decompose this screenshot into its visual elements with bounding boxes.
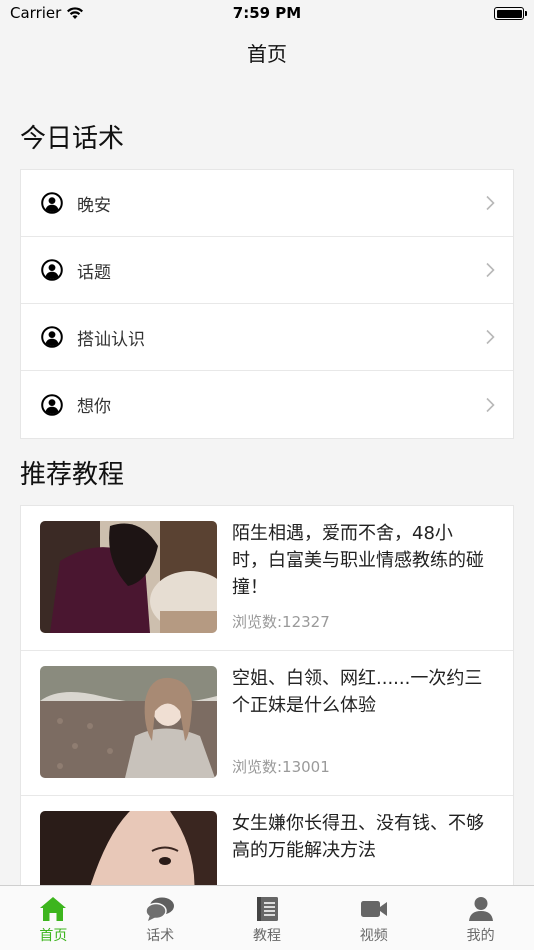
today-talk-list: 晚安 话题 搭讪认识 想你 [20, 169, 514, 439]
tutorial-item[interactable]: 女生嫌你长得丑、没有钱、不够高的万能解决方法 [21, 796, 513, 885]
book-icon [256, 897, 278, 921]
tutorial-list: 陌生相遇，爱而不舍，48小时，白富美与职业情感教练的碰撞！ 浏览数:12327 … [20, 505, 514, 886]
tutorial-thumbnail [40, 666, 217, 778]
chat-bubbles-icon [145, 897, 175, 921]
tab-label: 视频 [359, 928, 388, 944]
list-item-label: 晚安 [77, 195, 111, 216]
tab-mine[interactable]: 我的 [427, 886, 534, 950]
user-circle-icon [41, 326, 63, 348]
tab-label: 教程 [252, 928, 281, 944]
section-title-today-talk: 今日话术 [20, 124, 125, 154]
list-item[interactable]: 想你 [21, 371, 513, 438]
list-item-label: 搭讪认识 [77, 329, 145, 350]
tutorial-title: 空姐、白领、网红......一次约三个正妹是什么体验 [232, 668, 483, 716]
tutorial-views: 浏览数:13001 [232, 758, 330, 776]
tutorial-item[interactable]: 空姐、白领、网红......一次约三个正妹是什么体验 浏览数:13001 [21, 651, 513, 796]
tutorial-item[interactable]: 陌生相遇，爱而不舍，48小时，白富美与职业情感教练的碰撞！ 浏览数:12327 [21, 506, 513, 651]
section-title-tutorials: 推荐教程 [20, 460, 125, 490]
chevron-right-icon [486, 262, 495, 278]
video-camera-icon [360, 901, 387, 917]
page-title: 首页 [247, 42, 287, 66]
clock: 7:59 PM [232, 4, 302, 22]
tab-label: 话术 [146, 928, 175, 944]
tutorial-thumbnail [40, 811, 217, 885]
tab-tutorial[interactable]: 教程 [214, 886, 321, 950]
list-item[interactable]: 话题 [21, 237, 513, 304]
list-item[interactable]: 搭讪认识 [21, 304, 513, 371]
tab-bar: 首页 话术 教程 视频 我的 [0, 885, 534, 950]
tab-label: 我的 [466, 928, 495, 944]
chevron-right-icon [486, 397, 495, 412]
tutorial-views: 浏览数:12327 [232, 613, 330, 631]
tab-home[interactable]: 首页 [0, 886, 107, 950]
user-circle-icon [41, 192, 63, 214]
list-item[interactable]: 晚安 [21, 170, 513, 237]
chevron-right-icon [486, 195, 495, 211]
list-item-label: 话题 [77, 262, 111, 283]
list-item-label: 想你 [77, 397, 111, 417]
home-icon [40, 897, 67, 921]
tab-label: 首页 [39, 928, 68, 944]
status-bar: Carrier 7:59 PM [0, 0, 534, 30]
user-circle-icon [41, 259, 63, 281]
user-circle-icon [41, 393, 63, 416]
tutorial-thumbnail [40, 521, 217, 633]
battery-icon [494, 7, 527, 20]
tab-talk[interactable]: 话术 [107, 886, 214, 950]
person-icon [468, 897, 493, 921]
tutorial-title: 女生嫌你长得丑、没有钱、不够高的万能解决方法 [232, 813, 484, 861]
tutorial-title: 陌生相遇，爱而不舍，48小时，白富美与职业情感教练的碰撞！ [232, 523, 484, 598]
chevron-right-icon [486, 329, 495, 345]
tab-video[interactable]: 视频 [320, 886, 427, 950]
